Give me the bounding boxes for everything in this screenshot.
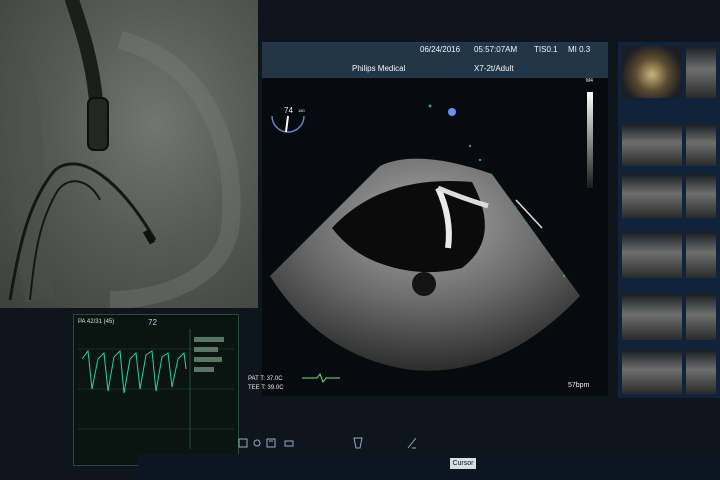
print-icon[interactable]: [284, 436, 294, 448]
thumbnail[interactable]: [622, 294, 682, 340]
thumbnail-current[interactable]: [622, 46, 682, 98]
manufacturer-label: Philips Medical: [352, 64, 406, 73]
patient-temp: PAT T: 37.0C: [248, 376, 283, 382]
fluoroscopy-catheters: [0, 0, 241, 308]
measure-icon[interactable]: [406, 436, 417, 449]
ultrasound-sector: [270, 104, 580, 384]
pa-pressure-label: PA 42/31 (45): [78, 319, 115, 325]
mi-value: MI 0.3: [568, 45, 591, 54]
thumbnail-strip[interactable]: [618, 42, 720, 398]
hemodynamic-monitor: PA 42/31 (45) 72 28: [73, 314, 239, 466]
thumbnail[interactable]: [686, 46, 716, 98]
grayscale-bar: [587, 92, 593, 188]
save-icon[interactable]: [266, 436, 276, 448]
hr-value: 72: [148, 318, 157, 327]
thumbnail[interactable]: [686, 294, 716, 340]
thumbnail[interactable]: [622, 174, 682, 218]
probe-icon[interactable]: [352, 436, 363, 449]
tool-icon[interactable]: [238, 436, 248, 448]
tee-temp: TEE T: 39.0C: [248, 385, 284, 391]
thumbnail[interactable]: [686, 350, 716, 394]
exam-time: 05:57:07AM: [474, 45, 518, 54]
pressure-waveform: [78, 329, 234, 449]
bottom-toolbar: [138, 454, 720, 480]
thumbnail[interactable]: [622, 232, 682, 278]
thumbnail[interactable]: [622, 350, 682, 394]
heart-rate: 57bpm: [568, 382, 590, 389]
fluoroscopy-image: [0, 0, 258, 308]
echo-image-area: 74 180 M4 57bpm PAT T: 37.0C TEE T: 39.0…: [248, 78, 608, 396]
thumbnail[interactable]: [622, 124, 682, 166]
thumbnail[interactable]: [686, 124, 716, 166]
thumbnail[interactable]: [686, 174, 716, 218]
camera-icon[interactable]: [252, 436, 262, 448]
angle-max: 180: [298, 108, 305, 113]
exam-date: 06/24/2016: [420, 45, 461, 54]
tis-value: TIS0.1: [534, 45, 558, 54]
probe-label: X7-2t/Adult: [474, 64, 514, 73]
cursor-button[interactable]: Cursor: [450, 458, 476, 469]
thumbnail[interactable]: [686, 232, 716, 278]
angle-value: 74: [284, 106, 293, 115]
m4-label: M4: [586, 78, 593, 84]
echo-header-bar: 06/24/2016 05:57:07AM TIS0.1 MI 0.3 Phil…: [262, 42, 608, 78]
